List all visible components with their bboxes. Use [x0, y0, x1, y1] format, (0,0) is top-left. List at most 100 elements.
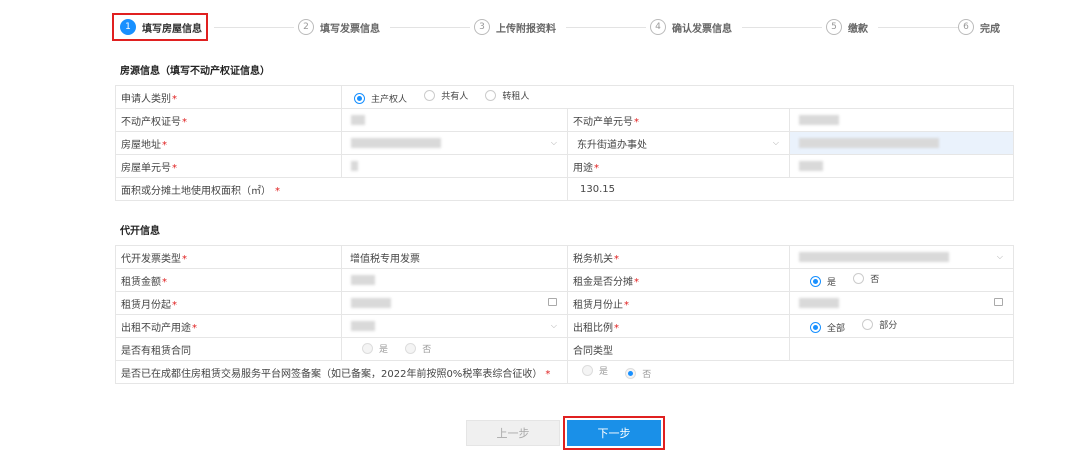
step-5: 5 缴款: [826, 13, 868, 41]
usage-field[interactable]: [789, 154, 1014, 178]
radio-dot-icon: [405, 342, 417, 354]
radio-dot-icon: [354, 93, 365, 104]
step-number: 3: [474, 19, 490, 35]
rent-split-label: 租金是否分摊*: [567, 268, 790, 292]
calendar-icon: [548, 298, 557, 306]
radio-sublessor[interactable]: 转租人: [485, 89, 529, 102]
rent-split-options: 是 否: [789, 268, 1014, 292]
rent-use-select[interactable]: ⌵: [341, 314, 568, 338]
table-row: 不动产权证号* 不动产单元号*: [115, 108, 1014, 132]
redacted-value: [799, 114, 839, 125]
invoice-type-label: 代开发票类型*: [115, 245, 342, 269]
table-row: 申请人类别* 主产权人 共有人 转租人: [115, 85, 1014, 109]
step-label: 确认发票信息: [672, 23, 732, 35]
step-label: 缴款: [848, 23, 868, 35]
chevron-down-icon: ⌵: [550, 321, 557, 330]
step-1[interactable]: 1 填写房屋信息: [112, 13, 208, 41]
radio-co-owner[interactable]: 共有人: [424, 89, 468, 102]
tax-office-label: 税务机关*: [567, 245, 790, 269]
chevron-down-icon: ⌵: [996, 252, 1003, 261]
radio-dot-icon: [853, 273, 865, 284]
redacted-value: [351, 297, 391, 308]
step-number: 5: [826, 19, 842, 35]
next-button[interactable]: 下一步: [567, 420, 661, 446]
district-select[interactable]: ⌵: [341, 131, 568, 155]
table-row: 租赁金额* 租金是否分摊* 是 否: [115, 268, 1014, 292]
step-3: 3 上传附报资料: [474, 13, 556, 41]
redacted-value: [351, 320, 375, 331]
step-number: 2: [298, 19, 314, 35]
radio-yes[interactable]: 是: [582, 364, 608, 377]
table-row: 是否已在成都住房租赁交易服务平台网签备案（如已备案，2022年前按照0%税率表综…: [115, 360, 1014, 384]
redacted-value: [351, 160, 358, 171]
end-month-label: 租赁月份止*: [567, 291, 790, 315]
end-month-picker[interactable]: [789, 291, 1014, 315]
radio-yes[interactable]: 是: [362, 342, 388, 355]
step-label: 上传附报资料: [496, 23, 556, 35]
redacted-value: [351, 114, 365, 125]
house-info-table: 申请人类别* 主产权人 共有人 转租人 不动产权证号* 不动产单元号* 房屋地址…: [115, 85, 1014, 201]
area-input[interactable]: 130.15: [567, 177, 1014, 201]
radio-no[interactable]: 否: [853, 272, 879, 285]
unit-no-field[interactable]: [789, 108, 1014, 132]
area-label: 面积或分摊土地使用权面积（㎡） *: [115, 177, 568, 201]
address-detail-input[interactable]: [789, 131, 1014, 155]
contract-type-field[interactable]: [789, 337, 1014, 361]
ratio-label: 出租比例*: [567, 314, 790, 338]
radio-all[interactable]: 全部: [810, 321, 845, 334]
radio-dot-icon: [862, 319, 874, 330]
step-connector: [390, 27, 470, 28]
rent-amount-input[interactable]: [341, 268, 568, 292]
radio-dot-icon: [625, 368, 637, 379]
step-label: 填写发票信息: [320, 23, 380, 35]
calendar-icon: [994, 298, 1003, 306]
step-number: 6: [958, 19, 974, 35]
cert-no-label: 不动产权证号*: [115, 108, 342, 132]
applicant-type-label: 申请人类别*: [115, 85, 342, 109]
filed-options: 是 否: [567, 360, 1014, 384]
rent-use-label: 出租不动产用途*: [115, 314, 342, 338]
usage-label: 用途*: [567, 154, 790, 178]
table-row: 出租不动产用途* ⌵ 出租比例* 全部 部分: [115, 314, 1014, 338]
table-row: 房屋单元号* 用途*: [115, 154, 1014, 178]
radio-dot-icon: [810, 276, 821, 287]
step-number: 1: [120, 19, 136, 35]
progress-steps: 1 填写房屋信息 2 填写发票信息 3 上传附报资料 4 确认发票信息 5 缴款…: [112, 13, 1012, 41]
filed-label: 是否已在成都住房租赁交易服务平台网签备案（如已备案，2022年前按照0%税率表综…: [115, 360, 568, 384]
table-row: 房屋地址* ⌵ 东升街道办事处 ⌵: [115, 131, 1014, 155]
radio-owner[interactable]: 主产权人: [354, 92, 407, 105]
start-month-label: 租赁月份起*: [115, 291, 342, 315]
step-connector: [878, 27, 958, 28]
table-row: 代开发票类型* 增值税专用发票 税务机关* ⌵: [115, 245, 1014, 269]
contract-options: 是 否: [341, 337, 568, 361]
radio-no[interactable]: 否: [405, 342, 431, 355]
step-number: 4: [650, 19, 666, 35]
radio-partial[interactable]: 部分: [862, 318, 897, 331]
redacted-value: [799, 160, 823, 171]
radio-dot-icon: [582, 365, 593, 376]
step-label: 完成: [980, 23, 1000, 35]
tax-office-select[interactable]: ⌵: [789, 245, 1014, 269]
radio-dot-icon: [810, 322, 821, 333]
radio-yes[interactable]: 是: [810, 275, 836, 288]
radio-no[interactable]: 否: [625, 367, 651, 380]
invoice-info-table: 代开发票类型* 增值税专用发票 税务机关* ⌵ 租赁金额* 租金是否分摊* 是 …: [115, 245, 1014, 384]
start-month-picker[interactable]: [341, 291, 568, 315]
prev-button[interactable]: 上一步: [466, 420, 560, 446]
table-row: 面积或分摊土地使用权面积（㎡） * 130.15: [115, 177, 1014, 201]
radio-dot-icon: [362, 342, 373, 354]
contract-label: 是否有租赁合同: [115, 337, 342, 361]
house-section-title: 房源信息（填写不动产权证信息）: [120, 66, 270, 77]
rent-amount-label: 租赁金额*: [115, 268, 342, 292]
chevron-down-icon: ⌵: [772, 138, 779, 147]
step-6: 6 完成: [958, 13, 1000, 41]
cert-no-field[interactable]: [341, 108, 568, 132]
redacted-value: [351, 274, 375, 285]
redacted-value: [799, 137, 939, 148]
invoice-type-value: 增值税专用发票: [341, 245, 568, 269]
next-button-highlight: 下一步: [563, 416, 665, 450]
address-label: 房屋地址*: [115, 131, 342, 155]
office-select[interactable]: 东升街道办事处 ⌵: [567, 131, 790, 155]
contract-type-label: 合同类型: [567, 337, 790, 361]
room-unit-field[interactable]: [341, 154, 568, 178]
